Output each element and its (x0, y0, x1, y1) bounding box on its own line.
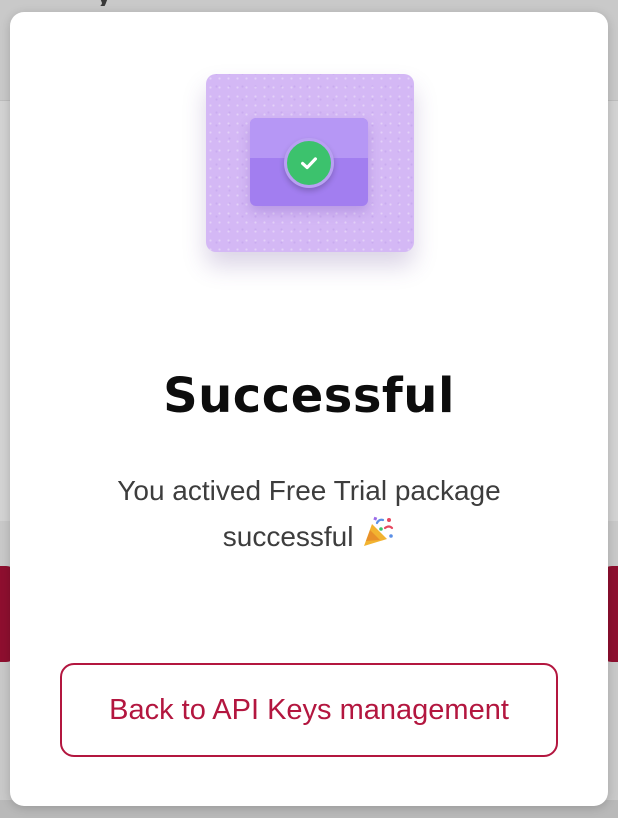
modal-message: You actived Free Trial package successfu… (117, 475, 501, 552)
party-popper-icon (361, 516, 395, 562)
modal-message-container: You actived Free Trial package successfu… (70, 468, 548, 562)
backdrop-heading: y (0, 0, 260, 6)
success-modal: Successful You actived Free Trial packag… (10, 12, 608, 806)
back-to-api-keys-button[interactable]: Back to API Keys management (60, 663, 558, 757)
modal-title: Successful (163, 368, 455, 424)
backdrop-heading-text: y (96, 0, 112, 6)
check-icon (284, 138, 334, 188)
success-illustration (206, 74, 414, 252)
